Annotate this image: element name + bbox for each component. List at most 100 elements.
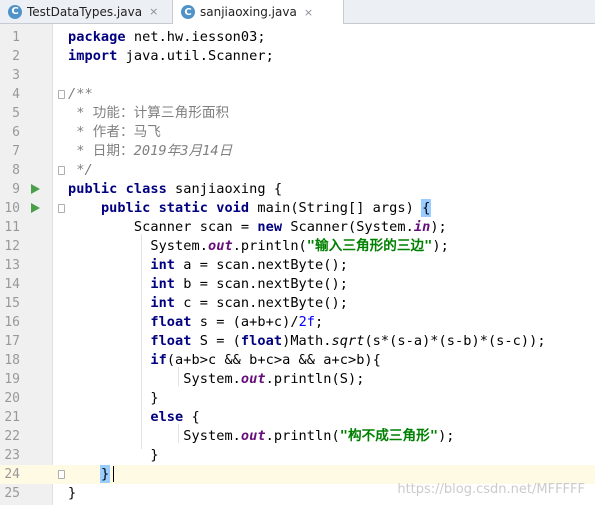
line-number[interactable]: 2 bbox=[0, 47, 20, 66]
java-class-icon: C bbox=[181, 5, 195, 19]
code-token: class bbox=[125, 181, 167, 197]
code-text: } bbox=[68, 389, 159, 408]
line-number[interactable]: 14 bbox=[0, 275, 20, 294]
line-number[interactable]: 19 bbox=[0, 370, 20, 389]
code-text: */ bbox=[68, 161, 93, 180]
tab-label: TestDataTypes.java bbox=[27, 4, 143, 19]
code-line[interactable]: 8 */ bbox=[0, 161, 595, 180]
code-line[interactable]: 7 * 日期：2019年3月14日 bbox=[0, 142, 595, 161]
fold-marker-icon[interactable] bbox=[58, 90, 65, 99]
code-text: System.out.println("构不成三角形"); bbox=[68, 427, 455, 446]
line-number[interactable]: 7 bbox=[0, 142, 20, 161]
code-token: .println( bbox=[232, 238, 307, 254]
code-line[interactable]: 14 int b = scan.nextByte(); bbox=[0, 275, 595, 294]
fold-marker-icon[interactable] bbox=[58, 204, 65, 213]
code-line[interactable]: 21 else { bbox=[0, 408, 595, 427]
line-number[interactable]: 21 bbox=[0, 408, 20, 427]
code-token: public bbox=[68, 181, 118, 197]
code-token: sanjiaoxing { bbox=[166, 181, 283, 197]
code-token: package bbox=[68, 29, 126, 45]
close-icon[interactable]: × bbox=[304, 6, 313, 19]
line-number[interactable]: 25 bbox=[0, 484, 20, 503]
code-token: System. bbox=[68, 428, 241, 444]
code-line[interactable]: 10 public static void main(String[] args… bbox=[0, 199, 595, 218]
line-number[interactable]: 16 bbox=[0, 313, 20, 332]
code-token: float bbox=[150, 333, 192, 349]
tab-testdatatypes[interactable]: C TestDataTypes.java × bbox=[0, 0, 172, 23]
fold-marker-icon[interactable] bbox=[58, 470, 65, 479]
code-line[interactable]: 15 int c = scan.nextByte(); bbox=[0, 294, 595, 313]
run-icon[interactable] bbox=[31, 184, 40, 194]
code-token: { bbox=[183, 409, 200, 425]
line-number[interactable]: 1 bbox=[0, 28, 20, 47]
code-token: 功能：计算三角形面积 bbox=[92, 105, 230, 121]
code-text: Scanner scan = new Scanner(System.in); bbox=[68, 218, 447, 237]
code-text: public class sanjiaoxing { bbox=[68, 180, 282, 199]
line-number[interactable]: 9 bbox=[0, 180, 20, 199]
code-token: 2f bbox=[298, 314, 316, 330]
code-token: } bbox=[68, 447, 159, 463]
code-line[interactable]: 17 float S = (float)Math.sqrt(s*(s-a)*(s… bbox=[0, 332, 595, 351]
code-token: main(String[] args) bbox=[249, 200, 423, 216]
code-token: /** bbox=[68, 86, 93, 102]
line-number[interactable]: 13 bbox=[0, 256, 20, 275]
code-line[interactable]: 19 System.out.println(S); bbox=[0, 370, 595, 389]
code-line[interactable]: 22 System.out.println("构不成三角形"); bbox=[0, 427, 595, 446]
code-line[interactable]: 20 } bbox=[0, 389, 595, 408]
line-number[interactable]: 20 bbox=[0, 389, 20, 408]
code-text: /** bbox=[68, 85, 93, 104]
code-text: int c = scan.nextByte(); bbox=[68, 294, 348, 313]
code-line[interactable]: 18 if(a+b>c && b+c>a && a+c>b){ bbox=[0, 351, 595, 370]
code-text: import java.util.Scanner; bbox=[68, 47, 274, 66]
code-line[interactable]: 5 * 功能：计算三角形面积 bbox=[0, 104, 595, 123]
code-line[interactable]: 6 * 作者：马飞 bbox=[0, 123, 595, 142]
code-token: float bbox=[150, 314, 192, 330]
code-token: ); bbox=[430, 219, 447, 235]
line-number[interactable]: 3 bbox=[0, 66, 20, 85]
line-number[interactable]: 24 bbox=[0, 465, 20, 484]
code-line[interactable]: 13 int a = scan.nextByte(); bbox=[0, 256, 595, 275]
line-number[interactable]: 23 bbox=[0, 446, 20, 465]
code-line[interactable]: 11 Scanner scan = new Scanner(System.in)… bbox=[0, 218, 595, 237]
line-number[interactable]: 10 bbox=[0, 199, 20, 218]
line-number[interactable]: 12 bbox=[0, 237, 20, 256]
line-number[interactable]: 6 bbox=[0, 123, 20, 142]
java-class-icon: C bbox=[8, 4, 22, 19]
code-line[interactable]: 16 float s = (a+b+c)/2f; bbox=[0, 313, 595, 332]
code-token: float bbox=[240, 333, 283, 349]
code-line[interactable]: 9 public class sanjiaoxing { bbox=[0, 180, 595, 199]
line-number[interactable]: 15 bbox=[0, 294, 20, 313]
code-text: else { bbox=[68, 408, 200, 427]
code-token: void bbox=[216, 200, 250, 216]
close-icon[interactable]: × bbox=[149, 5, 158, 18]
code-line[interactable]: 3 bbox=[0, 66, 595, 85]
line-number[interactable]: 18 bbox=[0, 351, 20, 370]
code-token: } bbox=[68, 485, 77, 501]
line-number[interactable]: 22 bbox=[0, 427, 20, 446]
code-line[interactable]: 23 } bbox=[0, 446, 595, 465]
code-token: * bbox=[68, 105, 93, 121]
code-token: sqrt bbox=[331, 333, 365, 349]
code-line[interactable]: 1 package net.hw.iesson03; bbox=[0, 28, 595, 47]
tab-label: sanjiaoxing.java bbox=[200, 5, 297, 19]
code-token: Scanner scan = bbox=[68, 219, 258, 235]
run-icon[interactable] bbox=[31, 203, 40, 213]
line-number[interactable]: 4 bbox=[0, 85, 20, 104]
code-token: a = scan.nextByte(); bbox=[175, 257, 348, 273]
code-token: 2019年3月14日 bbox=[133, 143, 233, 159]
tab-sanjiaoxing[interactable]: C sanjiaoxing.java × bbox=[172, 0, 344, 24]
code-line[interactable]: 4 /** bbox=[0, 85, 595, 104]
code-line[interactable]: 2 import java.util.Scanner; bbox=[0, 47, 595, 66]
line-number[interactable]: 17 bbox=[0, 332, 20, 351]
code-token: * bbox=[68, 124, 93, 140]
fold-marker-icon[interactable] bbox=[58, 166, 65, 175]
line-number[interactable]: 5 bbox=[0, 104, 20, 123]
code-line[interactable]: 12 System.out.println("输入三角形的三边"); bbox=[0, 237, 595, 256]
line-number[interactable]: 8 bbox=[0, 161, 20, 180]
line-number[interactable]: 11 bbox=[0, 218, 20, 237]
